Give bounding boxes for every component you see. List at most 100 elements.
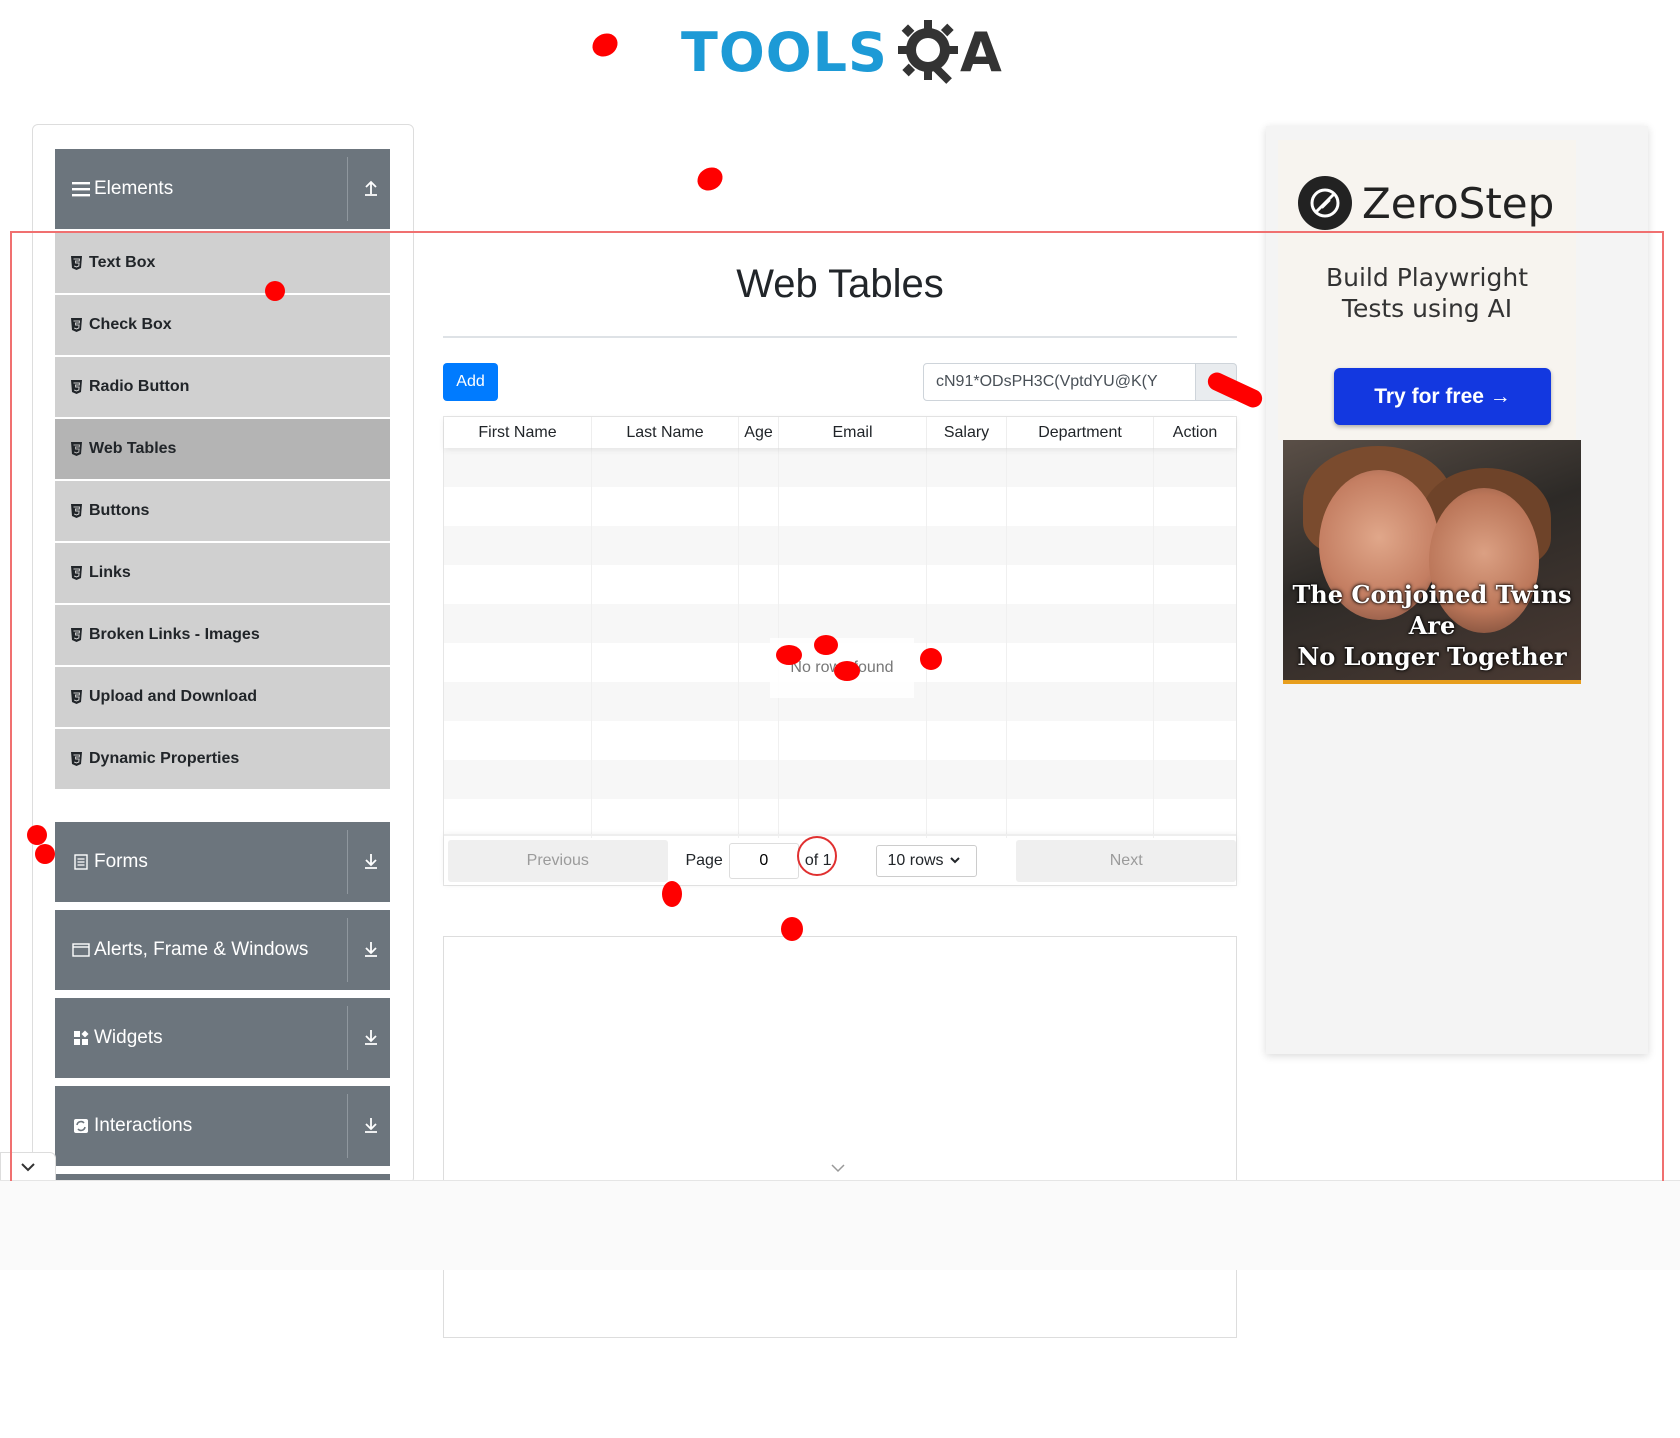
ad-zerostep-panel: ZeroStep Build Playwright Tests using AI… xyxy=(1278,140,1576,440)
annotation-dot xyxy=(834,661,860,681)
page: TOOLS A Elements Text Box Check Box Radi… xyxy=(0,0,1680,1438)
pagination: Previous Page of 1 10 rows Next xyxy=(444,834,1236,885)
group-label: Alerts, Frame & Windows xyxy=(94,939,309,960)
gear-icon xyxy=(897,20,958,84)
add-button[interactable]: Add xyxy=(443,363,498,401)
divider xyxy=(347,1094,348,1158)
rows-per-page-value: 10 rows xyxy=(887,851,944,869)
ad-caption-line2: No Longer Together xyxy=(1297,642,1567,671)
divider xyxy=(347,918,348,982)
chevron-down-icon xyxy=(21,1162,35,1171)
ad-cta-button[interactable]: Try for free → xyxy=(1334,368,1551,425)
page-number-input[interactable] xyxy=(728,842,799,879)
table-body: No rows found xyxy=(444,448,1236,838)
column-header-email[interactable]: Email xyxy=(779,417,927,448)
sidebar-item-label: Web Tables xyxy=(89,440,177,457)
group-header-forms[interactable]: Forms xyxy=(55,822,390,902)
collapse-up-icon[interactable] xyxy=(360,177,382,199)
sidebar-item-web-tables[interactable]: Web Tables xyxy=(55,419,390,481)
ad-banner[interactable]: ZeroStep Build Playwright Tests using AI… xyxy=(1266,126,1648,1054)
sidebar-item-text-box[interactable]: Text Box xyxy=(55,233,390,295)
sidebar-item-broken-links[interactable]: Broken Links - Images xyxy=(55,605,390,667)
ad-headline-line1: Build Playwright xyxy=(1325,263,1529,292)
html5-icon xyxy=(71,318,82,332)
annotation-dot xyxy=(588,28,622,62)
chevron-down-icon xyxy=(949,857,960,864)
sidebar-item-links[interactable]: Links xyxy=(55,543,390,605)
group-label: Forms xyxy=(94,851,148,872)
toolsqa-logo[interactable]: TOOLS A xyxy=(681,16,1002,88)
column-header-age[interactable]: Age xyxy=(739,417,779,448)
sidebar-item-upload-download[interactable]: Upload and Download xyxy=(55,667,390,729)
html5-icon xyxy=(71,752,82,766)
ad-placeholder-box xyxy=(443,936,1237,1338)
table-row xyxy=(444,487,1236,526)
column-header-action[interactable]: Action xyxy=(1154,417,1236,448)
table-row xyxy=(444,721,1236,760)
hamburger-icon xyxy=(72,181,90,197)
sidebar-item-label: Dynamic Properties xyxy=(89,750,240,767)
expand-down-icon[interactable] xyxy=(360,1114,382,1136)
html5-icon xyxy=(71,380,82,394)
annotation-dot xyxy=(265,281,285,301)
group-label: Widgets xyxy=(94,1027,163,1048)
annotation-dot xyxy=(662,881,682,907)
column-header-salary[interactable]: Salary xyxy=(927,417,1007,448)
search-input[interactable] xyxy=(923,363,1196,401)
annotation-dot xyxy=(27,825,47,845)
group-header-widgets[interactable]: Widgets xyxy=(55,998,390,1078)
previous-button[interactable]: Previous xyxy=(448,839,668,882)
html5-icon xyxy=(71,442,82,456)
sidebar-item-label: Radio Button xyxy=(89,378,190,395)
annotation-dot xyxy=(693,162,727,196)
ad-headline-line2: Tests using AI xyxy=(1341,294,1513,323)
chevron-down-icon xyxy=(831,1164,845,1173)
page-title: Web Tables xyxy=(736,262,944,306)
rows-per-page-select[interactable]: 10 rows xyxy=(875,844,977,877)
next-button[interactable]: Next xyxy=(1016,839,1236,882)
group-label: Interactions xyxy=(94,1115,193,1136)
column-header-last-name[interactable]: Last Name xyxy=(592,417,739,448)
group-label: Elements xyxy=(94,178,174,199)
annotation-ring xyxy=(797,836,837,876)
sidebar-item-label: Upload and Download xyxy=(89,688,257,705)
zerostep-logo: ZeroStep xyxy=(1298,176,1554,230)
zerostep-logo-icon xyxy=(1298,176,1352,230)
expand-down-icon[interactable] xyxy=(360,1026,382,1048)
group-header-elements[interactable]: Elements xyxy=(55,149,390,229)
ad-headline: Build Playwright Tests using AI xyxy=(1262,262,1592,324)
table-row xyxy=(444,760,1236,799)
ad-caption-line1: The Conjoined Twins Are xyxy=(1292,580,1572,640)
column-header-first-name[interactable]: First Name xyxy=(444,417,592,448)
interactions-icon xyxy=(72,1118,90,1134)
document-icon xyxy=(72,854,90,870)
sidebar-item-check-box[interactable]: Check Box xyxy=(55,295,390,357)
table-row xyxy=(444,565,1236,604)
html5-icon xyxy=(71,690,82,704)
sidebar: Elements Text Box Check Box Radio Button… xyxy=(32,124,414,1184)
window-icon xyxy=(72,942,90,958)
web-table: First Name Last Name Age Email Salary De… xyxy=(443,416,1237,886)
search-box xyxy=(923,363,1237,401)
column-header-department[interactable]: Department xyxy=(1007,417,1154,448)
sidebar-item-dynamic-properties[interactable]: Dynamic Properties xyxy=(55,729,390,791)
html5-icon xyxy=(71,504,82,518)
table-row xyxy=(444,799,1236,838)
table-header: First Name Last Name Age Email Salary De… xyxy=(444,417,1236,448)
table-row xyxy=(444,526,1236,565)
annotation-dot xyxy=(776,645,802,665)
annotation-dot xyxy=(920,648,942,670)
bottom-overlay-bar xyxy=(0,1180,1680,1270)
table-row xyxy=(444,448,1236,487)
elements-menu: Text Box Check Box Radio Button Web Tabl… xyxy=(55,233,390,791)
sidebar-item-buttons[interactable]: Buttons xyxy=(55,481,390,543)
collapse-toggle[interactable] xyxy=(0,1152,56,1180)
ad-brand: ZeroStep xyxy=(1362,178,1555,228)
expand-down-icon[interactable] xyxy=(360,938,382,960)
sidebar-item-radio-button[interactable]: Radio Button xyxy=(55,357,390,419)
group-header-alerts[interactable]: Alerts, Frame & Windows xyxy=(55,910,390,990)
annotation-dot xyxy=(781,917,803,941)
expand-down-icon[interactable] xyxy=(360,850,382,872)
group-header-interactions[interactable]: Interactions xyxy=(55,1086,390,1166)
ad-photo[interactable]: The Conjoined Twins Are No Longer Togeth… xyxy=(1283,440,1581,680)
